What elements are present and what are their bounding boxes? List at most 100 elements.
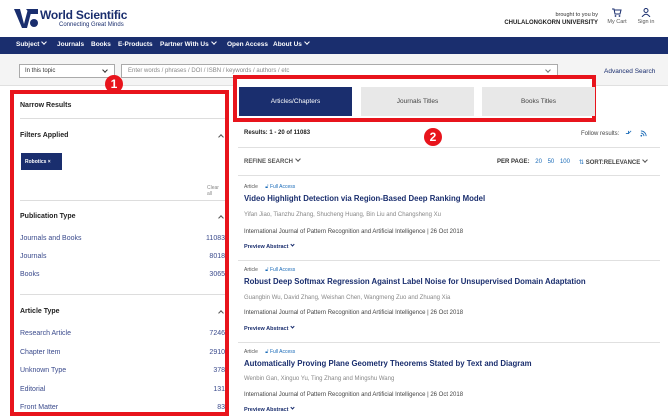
narrow-results-panel: Narrow Results Filters Applied Robotics …	[10, 90, 229, 416]
refine-search-toggle[interactable]: REFINE SEARCH	[244, 156, 301, 165]
cart-icon	[612, 8, 622, 17]
divider	[238, 147, 660, 148]
filter-label: Books	[20, 271, 40, 278]
per-page-label: PER PAGE:	[497, 159, 530, 165]
filter-chip-robotics[interactable]: Robotics ×	[21, 153, 62, 170]
advanced-search-link[interactable]: Advanced Search	[604, 68, 655, 75]
filter-count: 11083	[206, 235, 225, 242]
article-type: Article	[244, 184, 258, 190]
divider	[20, 118, 225, 119]
article-title-link[interactable]: Video Highlight Detection via Region-Bas…	[244, 194, 485, 203]
brought-by-label: brought to you by	[555, 12, 598, 18]
filter-research-article[interactable]: Research Article 7246	[20, 330, 225, 337]
filter-label: Unknown Type	[20, 367, 67, 374]
tab-journals-titles[interactable]: Journals Titles	[361, 87, 474, 116]
per-page-50[interactable]: 50	[548, 159, 555, 165]
notification-icon[interactable]	[625, 130, 632, 137]
sort-label: SORT:RELEVANCE	[585, 160, 641, 166]
annotation-badge-1: 1	[105, 75, 123, 93]
search-scope-value: In this topic	[25, 68, 56, 74]
preview-abstract-toggle[interactable]: Preview Abstract	[244, 324, 296, 332]
filter-books[interactable]: Books 3065	[20, 271, 225, 278]
filter-count: 3065	[209, 271, 225, 278]
preview-abstract-label: Preview Abstract	[244, 326, 289, 332]
chevron-down-icon	[102, 67, 108, 73]
cart-label: My Cart	[607, 19, 627, 25]
divider	[238, 175, 660, 176]
chevron-down-icon	[642, 157, 649, 163]
follow-results: Follow results:	[581, 130, 647, 137]
unlock-icon: 🔓︎	[265, 267, 269, 273]
collapse-caret-icon[interactable]	[218, 215, 224, 221]
article-meta: Article 🔓︎ Full Access	[244, 349, 295, 355]
institution-access: brought to you by CHULALONGKORN UNIVERSI…	[504, 11, 598, 27]
per-page-20[interactable]: 20	[535, 159, 542, 165]
filter-label: Front Matter	[20, 404, 59, 411]
nav-subject[interactable]: Subject	[16, 39, 48, 48]
filter-unknown-type[interactable]: Unknown Type 378	[20, 367, 225, 374]
search-scope-select[interactable]: In this topic	[19, 64, 115, 78]
preview-abstract-toggle[interactable]: Preview Abstract	[244, 405, 296, 413]
article-authors: Yifan Jiao, Tianzhu Zhang, Shucheng Huan…	[244, 212, 441, 218]
collapse-caret-icon[interactable]	[218, 134, 224, 140]
filter-front-matter[interactable]: Front Matter 83	[20, 404, 225, 411]
article-title-link[interactable]: Robust Deep Softmax Regression Against L…	[244, 277, 586, 286]
filters-applied-heading[interactable]: Filters Applied	[20, 132, 68, 139]
filter-journals-and-books[interactable]: Journals and Books 11083	[20, 235, 225, 242]
filter-count: 2910	[209, 349, 225, 356]
filter-journals[interactable]: Journals 8018	[20, 253, 225, 260]
article-journal[interactable]: International Journal of Pattern Recogni…	[244, 310, 463, 316]
filter-chapter-item[interactable]: Chapter Item 2910	[20, 349, 225, 356]
divider	[238, 342, 660, 343]
signin-button[interactable]: Sign in	[634, 8, 658, 25]
sort-icon: ⇅	[579, 160, 585, 166]
article-title-link[interactable]: Automatically Proving Plane Geometry The…	[244, 359, 532, 368]
filter-editorial[interactable]: Editorial 131	[20, 386, 225, 393]
access-label: Full Access	[269, 267, 296, 273]
nav-journals[interactable]: Journals	[57, 41, 84, 48]
chevron-down-icon	[304, 39, 310, 45]
article-type: Article	[244, 349, 258, 355]
narrow-results-title: Narrow Results	[20, 102, 72, 109]
chevron-down-icon	[210, 39, 217, 45]
filter-label: Editorial	[20, 386, 46, 393]
nav-about[interactable]: About Us	[273, 39, 310, 48]
nav-eproducts[interactable]: E-Products	[118, 41, 153, 48]
divider	[20, 200, 225, 201]
filter-count: 83	[217, 404, 225, 411]
article-meta: Article 🔓︎ Full Access	[244, 267, 295, 273]
rss-icon[interactable]	[640, 130, 647, 137]
signin-label: Sign in	[637, 19, 655, 25]
tab-articles-chapters[interactable]: Articles/Chapters	[239, 87, 352, 116]
filter-label: Journals and Books	[20, 235, 82, 242]
article-authors: Guangbin Wu, David Zhang, Weishan Chen, …	[244, 295, 451, 301]
publication-type-heading[interactable]: Publication Type	[20, 213, 76, 220]
divider	[20, 294, 225, 295]
world-scientific-logo-icon[interactable]	[13, 6, 39, 31]
tab-books-titles[interactable]: Books Titles	[482, 87, 595, 116]
preview-abstract-label: Preview Abstract	[244, 407, 289, 413]
chevron-down-icon	[290, 242, 296, 247]
filter-count: 7246	[209, 330, 225, 337]
filter-count: 8018	[209, 253, 225, 260]
per-page-100[interactable]: 100	[560, 159, 570, 165]
article-journal[interactable]: International Journal of Pattern Recogni…	[244, 392, 463, 398]
access-label: Full Access	[269, 349, 296, 355]
logo-text[interactable]: World Scientific	[40, 8, 127, 22]
nav-open-access[interactable]: Open Access	[227, 41, 268, 48]
chevron-down-icon	[545, 67, 551, 73]
collapse-caret-icon[interactable]	[218, 310, 224, 316]
article-journal[interactable]: International Journal of Pattern Recogni…	[244, 229, 463, 235]
nav-books[interactable]: Books	[91, 41, 111, 48]
user-icon	[641, 8, 651, 17]
clear-all-link[interactable]: Clear all	[207, 185, 225, 197]
cart-button[interactable]: My Cart	[606, 8, 628, 25]
results-count: Results: 1 - 20 of 11083	[244, 130, 311, 136]
preview-abstract-toggle[interactable]: Preview Abstract	[244, 242, 296, 250]
sort-dropdown[interactable]: ⇅ SORT:RELEVANCE	[579, 157, 649, 166]
nav-partner[interactable]: Partner With Us	[160, 39, 217, 48]
article-type-heading[interactable]: Article Type	[20, 308, 60, 315]
divider	[238, 260, 660, 261]
institution-name: CHULALONGKORN UNIVERSITY	[504, 20, 598, 26]
per-page-selector: PER PAGE: 20 50 100	[497, 159, 570, 165]
